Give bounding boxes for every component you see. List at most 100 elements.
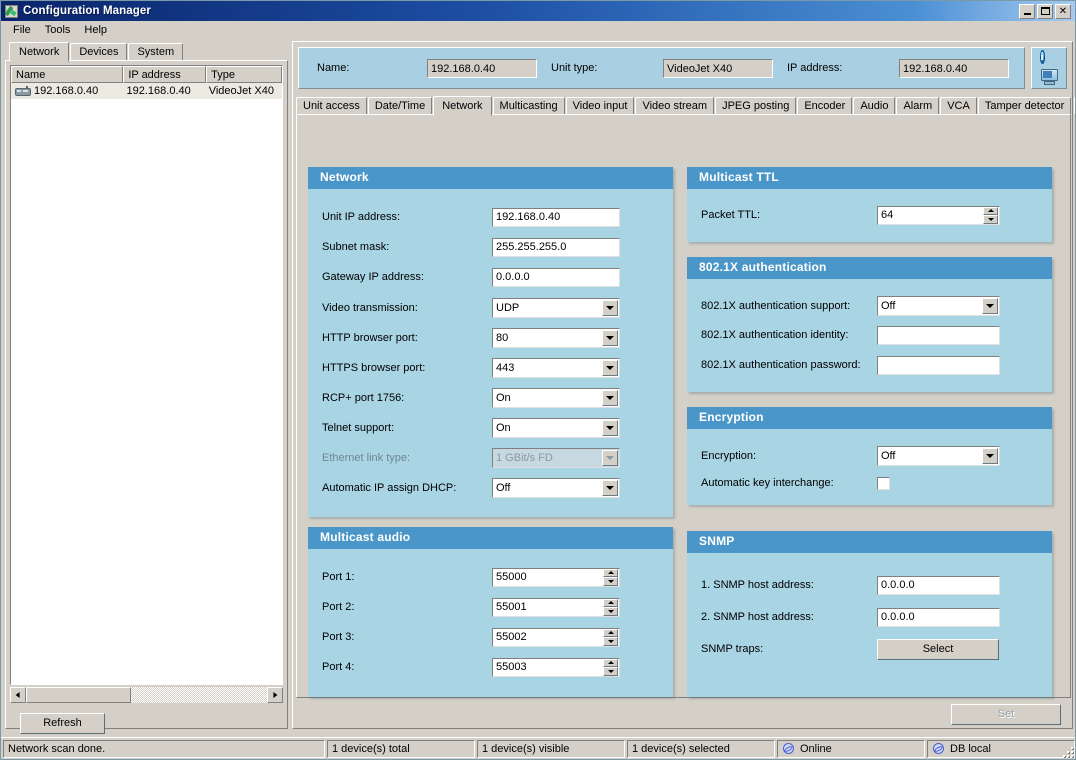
chevron-down-icon[interactable] [602,420,618,436]
stepper-buttons[interactable] [983,206,998,224]
input-8021x-identity[interactable] [877,325,1000,345]
ip-address-field[interactable]: 192.168.0.40 [899,58,1009,78]
device-list-header: Name IP address Type [11,66,282,83]
scroll-thumb[interactable] [26,687,131,703]
scroll-right-button[interactable] [267,687,283,703]
set-button[interactable]: Set [951,704,1061,725]
refresh-button[interactable]: Refresh [20,713,105,734]
select-https-browser-port-value: 443 [496,362,515,374]
stepper-down-icon[interactable] [603,667,618,676]
stepper-up-icon[interactable] [603,658,618,667]
tab-audio[interactable]: Audio [853,97,896,115]
tab-vca[interactable]: VCA [940,97,977,115]
body-area: Network Devices System Name IP address T… [1,39,1075,746]
label-snmp-traps: SNMP traps: [701,643,764,655]
input-snmp-host-2[interactable]: 0.0.0.0 [877,607,1000,627]
stepper-down-icon[interactable] [983,215,998,224]
tab-video-stream[interactable]: Video stream [635,97,715,115]
row-snmp-host-2: 2. SNMP host address: 0.0.0.0 [701,607,1041,627]
column-header-ip[interactable]: IP address [123,66,207,83]
chevron-down-icon[interactable] [602,390,618,406]
select-encryption[interactable]: Off [877,446,1000,466]
stepper-port-4-value: 55003 [496,661,527,673]
chevron-down-icon[interactable] [602,480,618,496]
input-8021x-password[interactable] [877,355,1000,375]
input-subnet-mask[interactable]: 255.255.255.0 [492,237,620,257]
chevron-down-icon[interactable] [982,448,998,464]
stepper-up-icon[interactable] [603,568,618,577]
menu-item-tools[interactable]: Tools [39,23,79,38]
left-tab-system[interactable]: System [128,43,184,61]
chevron-down-icon[interactable] [602,300,618,316]
stepper-port-3[interactable]: 55002 [492,627,620,647]
select-rcp-port-1756-value: On [496,392,511,404]
device-list[interactable]: Name IP address Type 192.168.0.40 192.16… [10,65,283,685]
stepper-up-icon[interactable] [983,206,998,215]
stepper-buttons[interactable] [603,568,618,586]
menu-item-file[interactable]: File [7,23,39,38]
resize-grip[interactable] [1059,743,1073,757]
name-field[interactable]: 192.168.0.40 [427,58,537,78]
tab-encoder[interactable]: Encoder [797,97,853,115]
row-multicast-audio-port-1: Port 1: 55000 [322,567,662,587]
select-video-transmission[interactable]: UDP [492,298,620,318]
stepper-buttons[interactable] [603,598,618,616]
table-row[interactable]: 192.168.0.40 192.168.0.40 VideoJet X40 [11,83,282,99]
maximize-button[interactable] [1037,3,1053,19]
label-snmp-host-1: 1. SNMP host address: [701,579,814,591]
info-icon[interactable]: i [1039,50,1059,68]
select-rcp-port-1756[interactable]: On [492,388,620,408]
chevron-down-icon[interactable] [602,360,618,376]
select-telnet-support[interactable]: On [492,418,620,438]
scroll-left-button[interactable] [10,687,26,703]
select-https-browser-port[interactable]: 443 [492,358,620,378]
group-network-title: Network [308,167,673,189]
save-device-icon[interactable] [1040,69,1059,86]
unit-type-field[interactable]: VideoJet X40 [663,58,773,78]
tab-multicasting[interactable]: Multicasting [492,97,565,115]
tab-video-input[interactable]: Video input [565,97,635,115]
row-unit-ip-address: Unit IP address: 192.168.0.40 [322,207,662,227]
stepper-buttons[interactable] [603,658,618,676]
close-button[interactable]: ✕ [1055,3,1071,19]
unit-type-label: Unit type: [551,62,598,74]
stepper-port-2[interactable]: 55001 [492,597,620,617]
tab-network[interactable]: Network [433,96,492,116]
stepper-port-1[interactable]: 55000 [492,567,620,587]
tab-alarm[interactable]: Alarm [896,97,940,115]
stepper-port-4[interactable]: 55003 [492,657,620,677]
tab-date-time[interactable]: Date/Time [367,97,433,115]
checkbox-automatic-key-interchange[interactable] [877,476,890,490]
row-encryption: Encryption: Off [701,445,1041,467]
tab-tamper-detector[interactable]: Tamper detector [977,97,1072,115]
stepper-down-icon[interactable] [603,577,618,586]
column-header-type[interactable]: Type [206,66,282,83]
select-http-browser-port[interactable]: 80 [492,328,620,348]
stepper-down-icon[interactable] [603,607,618,616]
tab-jpeg-posting[interactable]: JPEG posting [715,97,797,115]
label-automatic-ip-assign-dhcp: Automatic IP assign DHCP: [322,482,457,494]
select-8021x-support[interactable]: Off [877,296,1000,316]
left-tab-devices[interactable]: Devices [70,43,128,61]
left-tab-network[interactable]: Network [9,42,70,62]
tab-unit-access[interactable]: Unit access [296,97,367,115]
input-unit-ip-address[interactable]: 192.168.0.40 [492,207,620,227]
chevron-down-icon[interactable] [602,330,618,346]
titlebar: Configuration Manager ✕ [1,1,1075,21]
device-list-hscrollbar[interactable] [10,687,283,703]
snmp-traps-select-button[interactable]: Select [877,638,999,660]
stepper-packet-ttl[interactable]: 64 [877,205,1000,225]
stepper-up-icon[interactable] [603,628,618,637]
stepper-down-icon[interactable] [603,637,618,646]
select-ethernet-link-type: 1 GBit/s FD [492,448,620,468]
scroll-track[interactable] [26,687,267,703]
input-snmp-host-1[interactable]: 0.0.0.0 [877,575,1000,595]
input-gateway-ip-address[interactable]: 0.0.0.0 [492,267,620,287]
select-automatic-ip-assign-dhcp[interactable]: Off [492,478,620,498]
chevron-down-icon[interactable] [982,298,998,314]
stepper-up-icon[interactable] [603,598,618,607]
menu-item-help[interactable]: Help [78,23,115,38]
column-header-name[interactable]: Name [11,66,124,83]
minimize-button[interactable] [1019,3,1035,19]
stepper-buttons[interactable] [603,628,618,646]
